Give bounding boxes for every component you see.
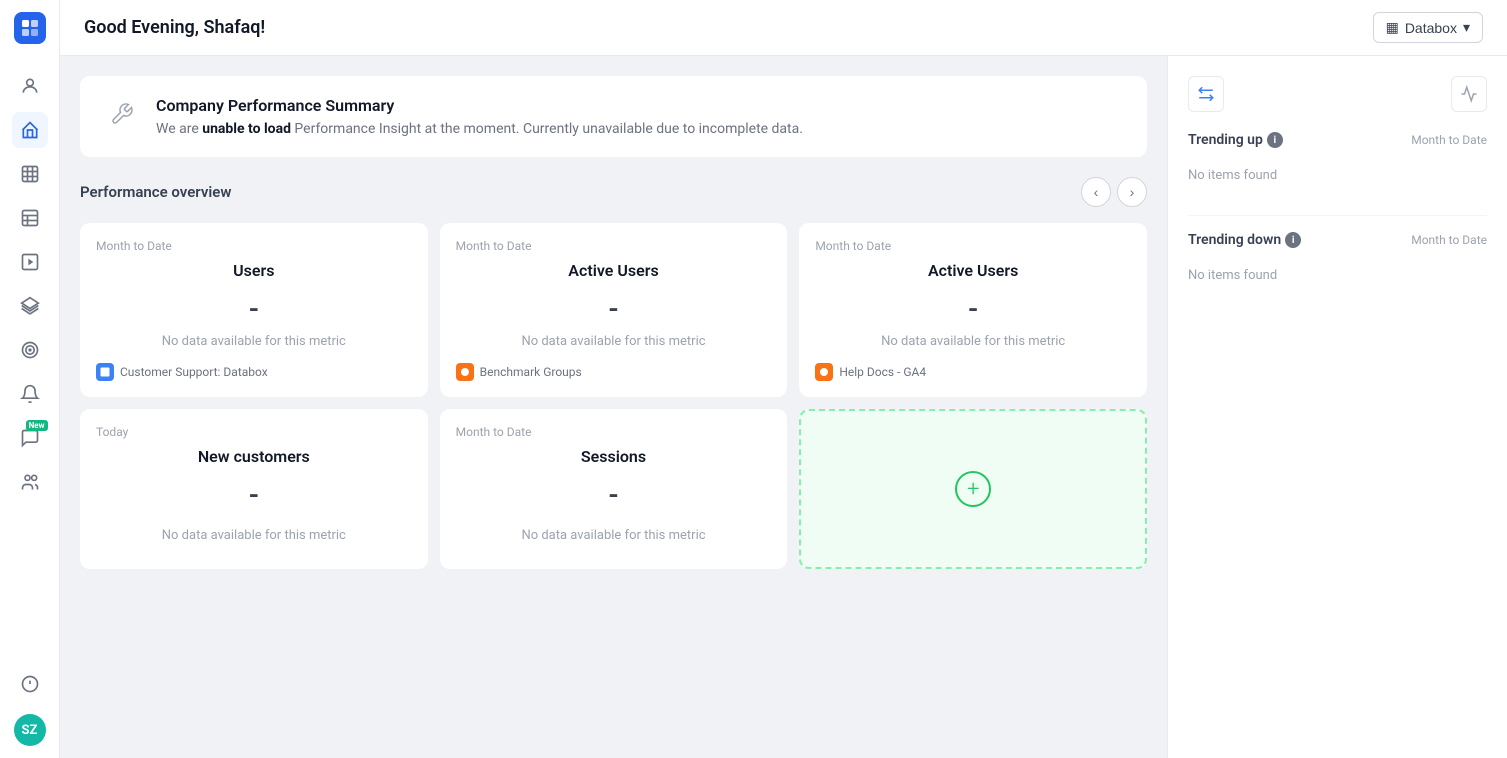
trending-up-period: Month to Date [1411, 133, 1487, 147]
nav-arrows: ‹ › [1081, 177, 1147, 207]
metric-date: Today [96, 425, 412, 439]
content-area: Company Performance Summary We are unabl… [60, 56, 1507, 758]
metric-footer: Customer Support: Databox [96, 351, 412, 381]
metric-footer: Benchmark Groups [456, 351, 772, 381]
metric-title: Active Users [815, 261, 1131, 280]
metric-card-users: Month to Date Users - No data available … [80, 223, 428, 397]
new-badge: New [26, 420, 48, 431]
databox-icon: ▦ [1386, 19, 1399, 36]
metrics-grid: Month to Date Users - No data available … [80, 223, 1147, 569]
insight-content: Company Performance Summary We are unabl… [156, 96, 803, 137]
add-metric-card[interactable]: + [799, 409, 1147, 569]
prev-button[interactable]: ‹ [1081, 177, 1111, 207]
info-icon[interactable]: i [1267, 132, 1283, 148]
metric-title: Users [96, 261, 412, 280]
databox-label: Databox [1405, 20, 1457, 36]
metric-value: - [96, 478, 412, 511]
metric-card-active-users-1: Month to Date Active Users - No data ava… [440, 223, 788, 397]
app-logo[interactable] [14, 12, 46, 44]
sidebar-item-target[interactable] [12, 332, 48, 368]
metric-date: Month to Date [96, 239, 412, 253]
metric-date: Month to Date [815, 239, 1131, 253]
no-data-text: No data available for this metric [96, 519, 412, 553]
sidebar-item-people[interactable] [12, 68, 48, 104]
metric-footer: Help Docs - GA4 [815, 351, 1131, 381]
insight-description: We are unable to load Performance Insigh… [156, 121, 803, 137]
metric-card-active-users-2: Month to Date Active Users - No data ava… [799, 223, 1147, 397]
no-data-text: No data available for this metric [96, 333, 412, 351]
trending-down-label: Trending down i [1188, 232, 1301, 248]
right-panel: Trending up i Month to Date No items fou… [1167, 56, 1507, 758]
trending-up-empty: No items found [1188, 160, 1487, 191]
trending-down-header: Trending down i Month to Date [1188, 232, 1487, 248]
sidebar-item-play[interactable] [12, 244, 48, 280]
no-data-text: No data available for this metric [456, 519, 772, 553]
performance-overview: Performance overview ‹ › Month to Date U… [80, 177, 1147, 569]
topbar: Good Evening, Shafaq! ▦ Databox ▾ [60, 0, 1507, 56]
sidebar-item-team[interactable] [12, 464, 48, 500]
trending-down-empty: No items found [1188, 260, 1487, 291]
trending-up-section: Trending up i Month to Date No items fou… [1188, 132, 1487, 191]
sidebar-item-notifications[interactable] [12, 376, 48, 412]
source-icon [815, 363, 833, 381]
metric-value: - [456, 478, 772, 511]
pulse-button[interactable] [1451, 76, 1487, 112]
source-label: Benchmark Groups [480, 365, 582, 379]
source-icon [96, 363, 114, 381]
add-icon: + [955, 471, 991, 507]
source-label: Customer Support: Databox [120, 365, 268, 379]
no-data-text: No data available for this metric [456, 333, 772, 351]
sidebar-item-chart[interactable] [12, 200, 48, 236]
insight-title: Company Performance Summary [156, 96, 803, 115]
wrench-icon [104, 96, 140, 132]
metric-title: New customers [96, 447, 412, 466]
sidebar-item-numbers[interactable] [12, 156, 48, 192]
page-title: Good Evening, Shafaq! [84, 17, 1373, 38]
sidebar-item-chat[interactable]: New [12, 420, 48, 456]
info-icon-down[interactable]: i [1285, 232, 1301, 248]
next-button[interactable]: › [1117, 177, 1147, 207]
no-data-text: No data available for this metric [815, 333, 1131, 351]
sidebar-item-help[interactable] [12, 666, 48, 702]
metric-card-new-customers: Today New customers - No data available … [80, 409, 428, 569]
metric-value: - [96, 292, 412, 325]
main-layout: Good Evening, Shafaq! ▦ Databox ▾ Compan… [60, 0, 1507, 758]
trending-down-period: Month to Date [1411, 233, 1487, 247]
perf-header: Performance overview ‹ › [80, 177, 1147, 207]
sidebar: New SZ [0, 0, 60, 758]
user-avatar[interactable]: SZ [14, 714, 46, 746]
metric-card-sessions: Month to Date Sessions - No data availab… [440, 409, 788, 569]
sidebar-item-layers[interactable] [12, 288, 48, 324]
metric-value: - [456, 292, 772, 325]
sidebar-item-home[interactable] [12, 112, 48, 148]
metric-date: Month to Date [456, 239, 772, 253]
sort-button[interactable] [1188, 76, 1224, 112]
metric-date: Month to Date [456, 425, 772, 439]
metric-title: Sessions [456, 447, 772, 466]
trending-down-section: Trending down i Month to Date No items f… [1188, 232, 1487, 291]
metric-value: - [815, 292, 1131, 325]
insight-card: Company Performance Summary We are unabl… [80, 76, 1147, 157]
trending-up-header: Trending up i Month to Date [1188, 132, 1487, 148]
chevron-down-icon: ▾ [1463, 19, 1470, 36]
divider [1188, 215, 1487, 216]
databox-button[interactable]: ▦ Databox ▾ [1373, 12, 1483, 43]
source-icon [456, 363, 474, 381]
trending-up-label: Trending up i [1188, 132, 1283, 148]
metric-title: Active Users [456, 261, 772, 280]
source-label: Help Docs - GA4 [839, 365, 926, 379]
perf-title: Performance overview [80, 183, 231, 201]
right-panel-controls [1188, 76, 1487, 112]
main-content: Company Performance Summary We are unabl… [60, 56, 1167, 758]
